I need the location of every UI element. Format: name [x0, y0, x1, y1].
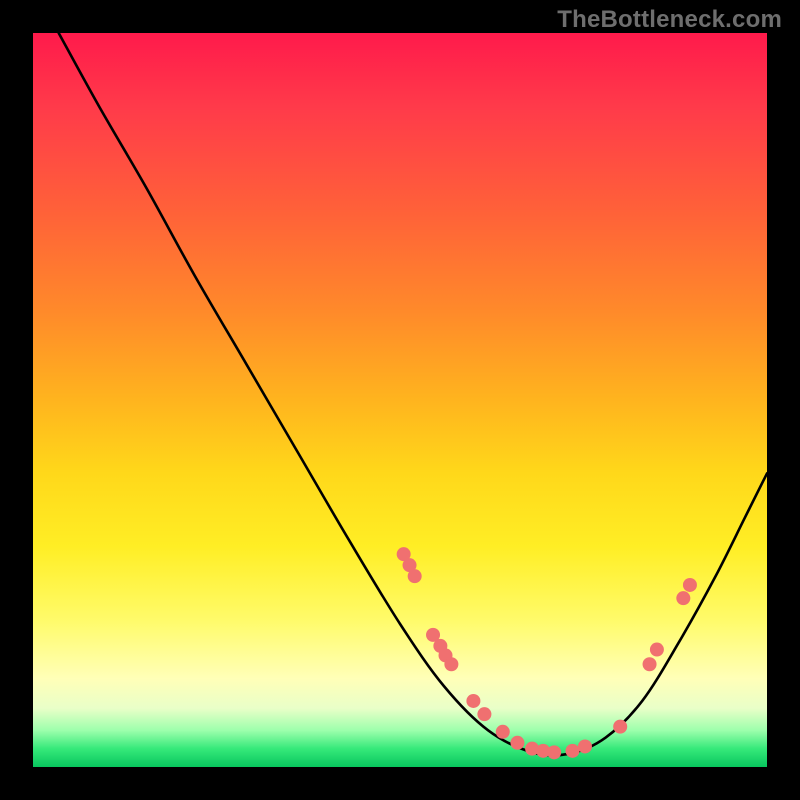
marker-group: [397, 547, 697, 759]
marker-dot: [444, 657, 458, 671]
marker-dot: [496, 725, 510, 739]
marker-dot: [510, 736, 524, 750]
marker-dot: [466, 694, 480, 708]
marker-dot: [565, 744, 579, 758]
marker-dot: [643, 657, 657, 671]
marker-dot: [676, 591, 690, 605]
curve-svg: [33, 33, 767, 767]
watermark-text: TheBottleneck.com: [557, 6, 782, 34]
marker-dot: [683, 578, 697, 592]
marker-dot: [408, 569, 422, 583]
marker-dot: [547, 745, 561, 759]
marker-dot: [650, 643, 664, 657]
marker-dot: [477, 707, 491, 721]
chart-container: TheBottleneck.com: [0, 0, 800, 800]
marker-dot: [578, 739, 592, 753]
marker-dot: [613, 720, 627, 734]
